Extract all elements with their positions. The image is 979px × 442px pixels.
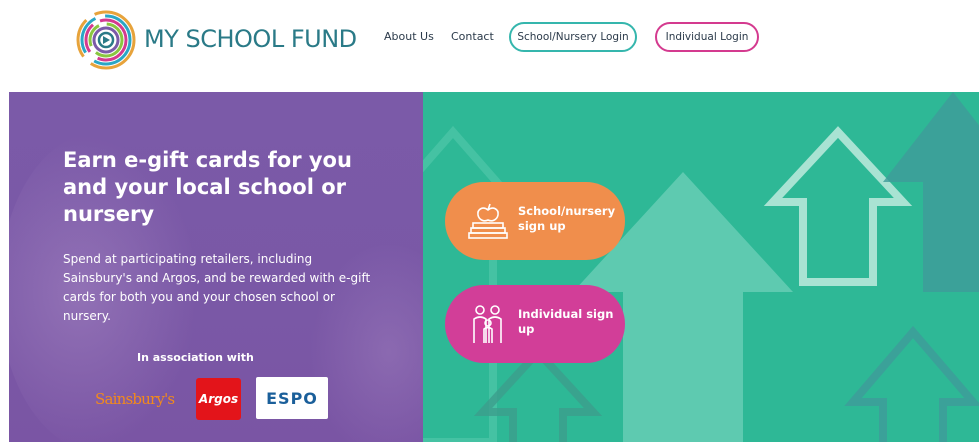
individual-signup-button[interactable]: Individual sign up [445, 285, 625, 363]
individual-login-button[interactable]: Individual Login [655, 22, 759, 52]
argos-logo: Argos [196, 378, 241, 420]
hero-title: Earn e-gift cards for you and your local… [63, 148, 352, 226]
nav-contact[interactable]: Contact [451, 30, 494, 43]
circular-rings-logo-icon [76, 10, 136, 70]
apple-on-books-icon [468, 203, 508, 239]
arrow-pattern-background [423, 92, 979, 442]
site-header: MY SCHOOL FUND About Us Contact School/N… [0, 0, 979, 92]
espo-logo: ESPO [256, 377, 328, 419]
individual-signup-label: Individual sign up [518, 307, 614, 336]
family-icon [473, 305, 502, 343]
sainsburys-logo: Sainsbury's [95, 390, 175, 408]
my-school-fund-logo[interactable]: MY SCHOOL FUND [74, 8, 357, 70]
school-nursery-login-button[interactable]: School/Nursery Login [509, 22, 637, 52]
school-signup-label: School/nursery sign up [518, 204, 616, 233]
hero-description: Spend at participating retailers, includ… [63, 252, 371, 323]
association-label: In association with [137, 351, 254, 364]
nav-about-us[interactable]: About Us [384, 30, 434, 43]
school-nursery-signup-button[interactable]: School/nursery sign up [445, 182, 625, 260]
logo-text: MY SCHOOL FUND [144, 25, 357, 53]
hero-info-panel: Earn e-gift cards for you and your local… [9, 92, 423, 442]
signup-panel: School/nursery sign up Individual sign u… [423, 92, 979, 442]
